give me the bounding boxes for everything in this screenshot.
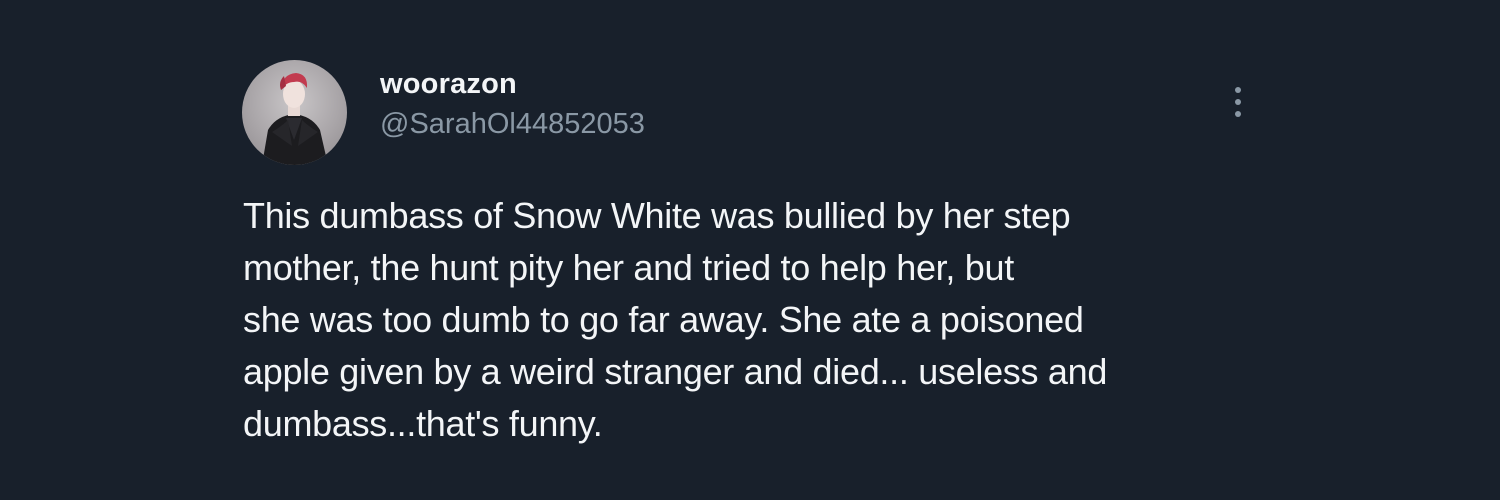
- more-vertical-icon: [1235, 99, 1241, 105]
- tweet-text: This dumbass of Snow White was bullied b…: [243, 190, 1253, 450]
- avatar[interactable]: [242, 60, 347, 165]
- tweet-text-line: This dumbass of Snow White was bullied b…: [243, 195, 1071, 236]
- more-vertical-icon: [1235, 87, 1241, 93]
- more-vertical-icon: [1235, 111, 1241, 117]
- tweet-text-line: she was too dumb to go far away. She ate…: [243, 299, 1084, 340]
- tweet-text-line: mother, the hunt pity her and tried to h…: [243, 247, 1014, 288]
- tweet-text-line: dumbass...that's funny.: [243, 403, 603, 444]
- profile-photo-icon: [262, 73, 328, 165]
- display-name[interactable]: woorazon: [380, 68, 517, 101]
- tweet-text-line: apple given by a weird stranger and died…: [243, 351, 1108, 392]
- tweet-card: woorazon @SarahOl44852053 This dumbass o…: [0, 0, 1500, 500]
- user-handle[interactable]: @SarahOl44852053: [380, 108, 645, 141]
- more-options-button[interactable]: [1222, 82, 1254, 122]
